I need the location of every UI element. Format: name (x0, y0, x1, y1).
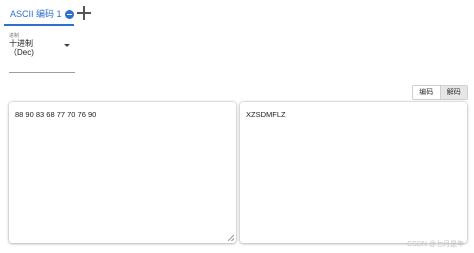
output-text: XZSDMFLZ (246, 110, 286, 119)
watermark: CSDN @七月是年 (407, 241, 464, 248)
tab-bar: ASCII 编码 1 (0, 0, 474, 26)
encode-button[interactable]: 编码 (413, 86, 440, 99)
input-textarea[interactable]: 88 90 83 68 77 70 76 90 (9, 102, 236, 243)
mode-toggle: 编码 解码 (412, 85, 468, 100)
output-panel[interactable]: XZSDMFLZ (240, 102, 467, 243)
resize-handle-icon[interactable] (228, 235, 234, 241)
chevron-down-icon (64, 44, 70, 47)
base-select-value: 十进制 （Dec) (9, 39, 34, 57)
tab-ascii-encode-1[interactable]: ASCII 编码 1 (6, 6, 77, 23)
base-select[interactable]: 进制 十进制 （Dec) (9, 30, 75, 73)
active-tab-indicator (4, 24, 74, 26)
add-tab-icon[interactable] (76, 5, 92, 21)
input-text: 88 90 83 68 77 70 76 90 (15, 110, 97, 119)
decode-button[interactable]: 解码 (439, 86, 467, 99)
tab-close-icon[interactable] (64, 10, 74, 19)
tab-label: ASCII 编码 1 (10, 9, 62, 19)
